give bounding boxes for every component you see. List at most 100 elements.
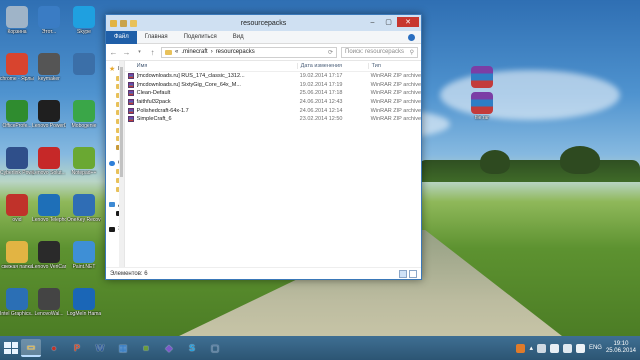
column-type[interactable]: Тип: [367, 63, 421, 69]
file-row[interactable]: Polishedcraft-64x-1.7 24.06.2014 12:14 Win…: [125, 106, 421, 115]
file-name: faithful32pack: [136, 99, 171, 106]
powerpoint-icon[interactable]: P: [67, 339, 87, 357]
desktop-icon[interactable]: Lenovo PowerDVD10: [32, 100, 66, 129]
mobogenie-icon: [73, 100, 95, 122]
flag-icon[interactable]: [536, 343, 546, 353]
address-field[interactable]: « .minecraft › resourcepacks ⟳: [161, 46, 337, 58]
recycle-bin-icon: [6, 6, 28, 28]
file-name-cell: Clean-Default: [125, 90, 297, 97]
search-icon[interactable]: ⚲: [410, 49, 414, 56]
file-date: 19.02.2014 17:19: [299, 81, 343, 88]
quick-access-toolbar: [106, 19, 137, 27]
file-row[interactable]: Clean-Default 25.06.2014 17:18 WinRAR ZIP …: [125, 89, 421, 98]
calendar-icon[interactable]: ▦: [113, 339, 133, 357]
title-bar[interactable]: resourcepacks – ▢ ✕: [106, 15, 421, 31]
clock-time: 19:10: [613, 341, 629, 347]
desktop-icon-label: Этот...: [41, 29, 57, 35]
app-icon[interactable]: ◆: [159, 339, 179, 357]
start-button[interactable]: [4, 342, 18, 354]
skype-icon[interactable]: S: [182, 339, 202, 357]
desktop-icon[interactable]: Intel Graphics...: [0, 288, 34, 317]
explorer-icon[interactable]: ▭: [21, 339, 41, 357]
desktop-icon[interactable]: OneKey Recovery: [67, 194, 101, 223]
hamachi-icon: [73, 288, 95, 310]
file-type: WinRAR ZIP archive: [370, 73, 421, 80]
desktop-icon[interactable]: Этот...: [32, 6, 66, 35]
media-icon[interactable]: ●: [44, 339, 64, 357]
tab-home[interactable]: Главная: [137, 31, 176, 44]
path-overflow[interactable]: «: [175, 49, 178, 55]
desktop-icon-label: Корзина: [7, 29, 27, 35]
breadcrumb-resourcepacks[interactable]: resourcepacks: [216, 49, 255, 55]
desktop-icon[interactable]: LenovoWal...: [32, 288, 66, 317]
desktop-icon[interactable]: Корзина: [0, 6, 34, 35]
file-name: SimpleCraft_6: [136, 116, 172, 123]
navigation-scrollbar[interactable]: [118, 61, 124, 267]
desktop-icon[interactable]: Paint.NET: [67, 241, 101, 270]
minecraft-icon[interactable]: ■: [136, 339, 156, 357]
desktop-icon[interactable]: Cyberlink PowerDir...: [0, 147, 34, 176]
breadcrumb-minecraft[interactable]: .minecraft: [181, 49, 207, 55]
up-icon[interactable]: ↑: [148, 48, 157, 57]
search-input[interactable]: Поиск: resourcepacks ⚲: [341, 46, 418, 58]
desktop-icon[interactable]: keymaker: [32, 53, 66, 82]
show-hidden-icons-icon[interactable]: ▴: [529, 344, 533, 352]
new-folder-icon[interactable]: [130, 19, 137, 27]
desktop-icon[interactable]: свежая папка: [0, 241, 34, 270]
file-date: 24.06.2014 12:14: [299, 107, 343, 114]
details-view-icon[interactable]: [399, 270, 407, 278]
minimize-button[interactable]: –: [365, 17, 380, 27]
desktop-icon[interactable]: chrome - Ярлык: [0, 53, 34, 82]
file-name: [mcdownloads.ru] SixtyGig_Core_64x_M...: [136, 81, 241, 88]
close-button[interactable]: ✕: [397, 17, 419, 27]
desktop-icon-label: Lenovo VeriCam: [32, 264, 66, 270]
desktop-icon[interactable]: Skype: [67, 6, 101, 35]
battery-icon[interactable]: [549, 343, 559, 353]
help-icon[interactable]: [408, 33, 415, 41]
clock[interactable]: 19:10 25.06.2014: [606, 341, 636, 355]
desktop-icon[interactable]: Lenovo Telepho...: [32, 194, 66, 223]
large-icons-view-icon[interactable]: [409, 270, 417, 278]
network-icon[interactable]: [562, 343, 572, 353]
window-icon[interactable]: ▢: [205, 339, 225, 357]
volume-icon[interactable]: [575, 343, 585, 353]
desktop-icon[interactable]: Lenovo VeriCam: [32, 241, 66, 270]
desktop-icon[interactable]: [67, 53, 101, 76]
properties-icon[interactable]: [120, 19, 127, 27]
tab-file[interactable]: Файл: [106, 30, 137, 44]
folder-icon[interactable]: [110, 19, 117, 27]
forward-icon[interactable]: →: [122, 48, 131, 57]
desktop-icon[interactable]: LogMeIn Hamachi: [67, 288, 101, 317]
desktop-icon[interactable]: Mobogenie: [67, 100, 101, 129]
recent-dropdown-icon[interactable]: ▾: [135, 49, 144, 55]
winrar-icon: [471, 66, 493, 88]
back-icon[interactable]: ←: [109, 48, 118, 57]
file-row[interactable]: SimpleCraft_6 23.02.2014 12:50 WinRAR ZIP …: [125, 115, 421, 124]
desktop-icon-label: Lenovo Telepho...: [32, 217, 66, 223]
desktop-icon-label: file.rar: [475, 115, 489, 121]
desktop-icon-winrar[interactable]: file.rar: [465, 92, 499, 121]
desktop-icon[interactable]: ovid: [0, 194, 34, 223]
treeline: [418, 160, 640, 182]
desktop-icon[interactable]: OfficeProfe...: [0, 100, 34, 129]
onekey-icon: [73, 194, 95, 216]
file-row[interactable]: faithful32pack 24.06.2014 12:43 WinRAR ZIP…: [125, 98, 421, 107]
word-icon[interactable]: W: [90, 339, 110, 357]
file-row[interactable]: [mcdownloads.ru] RUS_174_classic_1312...…: [125, 72, 421, 81]
refresh-icon[interactable]: ⟳: [328, 49, 333, 56]
desktop-icon[interactable]: Notepad++: [67, 147, 101, 176]
tray-app-icon[interactable]: [516, 343, 526, 353]
taskbar-apps: ▭ ● P W ▦ ■ ◆ S ▢: [18, 339, 225, 357]
column-date[interactable]: Дата изменения: [296, 63, 368, 69]
tab-view[interactable]: Вид: [225, 31, 252, 44]
tab-share[interactable]: Поделиться: [176, 31, 225, 44]
navigation-pane: ★ИзбранноеЗагрузкиBandicam.minecraftНеда…: [106, 61, 125, 267]
column-name[interactable]: Имя: [125, 63, 297, 69]
language-indicator[interactable]: ENG: [589, 345, 602, 351]
file-row[interactable]: [mcdownloads.ru] SixtyGig_Core_64x_M... 1…: [125, 81, 421, 90]
desktop-icon-winrar[interactable]: [465, 66, 499, 89]
maximize-button[interactable]: ▢: [381, 17, 396, 27]
file-rows: [mcdownloads.ru] RUS_174_classic_1312...…: [125, 72, 421, 124]
desktop-icon[interactable]: Lenovo Solut...: [32, 147, 66, 176]
desktop-icon-label: Paint.NET: [72, 264, 96, 270]
